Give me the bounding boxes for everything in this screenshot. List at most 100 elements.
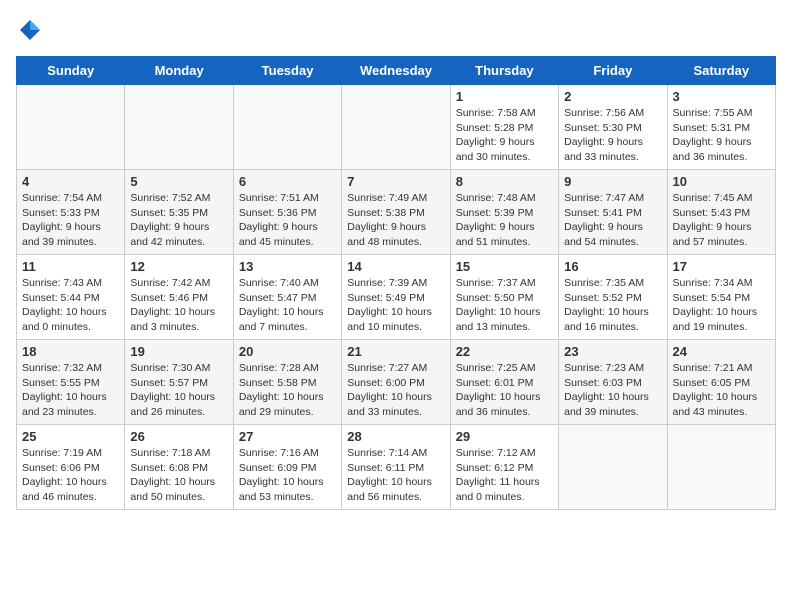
cell-info: Sunrise: 7:18 AM Sunset: 6:08 PM Dayligh…	[130, 446, 227, 505]
calendar-cell: 24Sunrise: 7:21 AM Sunset: 6:05 PM Dayli…	[667, 340, 775, 425]
calendar-cell: 16 Sunrise: 7:35 AM Sunset: 5:52 PM Dayli…	[559, 255, 667, 340]
day-number: 20	[239, 344, 336, 359]
day-number: 18	[22, 344, 119, 359]
calendar-cell: 23 Sunrise: 7:23 AM Sunset: 6:03 PM Dayli…	[559, 340, 667, 425]
day-header-sunday: Sunday	[17, 57, 125, 85]
cell-info: Sunrise: 7:30 AM Sunset: 5:57 PM Dayligh…	[130, 361, 227, 420]
cell-info: Sunrise: 7:19 AM Sunset: 6:06 PM Dayligh…	[22, 446, 119, 505]
cell-info: Sunrise: 7:52 AM Sunset: 5:35 PM Dayligh…	[130, 191, 227, 250]
day-header-saturday: Saturday	[667, 57, 775, 85]
cell-info: Sunrise: 7:27 AM Sunset: 6:00 PM Dayligh…	[347, 361, 444, 420]
cell-info: Sunrise: 7:35 AM Sunset: 5:52 PM Dayligh…	[564, 276, 661, 335]
calendar-cell	[559, 425, 667, 510]
calendar-cell: 21 Sunrise: 7:27 AM Sunset: 6:00 PM Dayli…	[342, 340, 450, 425]
day-number: 22	[456, 344, 553, 359]
day-number: 26	[130, 429, 227, 444]
calendar-cell: 25 Sunrise: 7:19 AM Sunset: 6:06 PM Dayli…	[17, 425, 125, 510]
week-row-4: 18 Sunrise: 7:32 AM Sunset: 5:55 PM Dayli…	[17, 340, 776, 425]
calendar-cell: 3 Sunrise: 7:55 AM Sunset: 5:31 PM Daylig…	[667, 85, 775, 170]
calendar-cell	[342, 85, 450, 170]
calendar-cell	[667, 425, 775, 510]
week-row-2: 4Sunrise: 7:54 AM Sunset: 5:33 PM Daylig…	[17, 170, 776, 255]
day-header-tuesday: Tuesday	[233, 57, 341, 85]
day-number: 1	[456, 89, 553, 104]
cell-info: Sunrise: 7:43 AM Sunset: 5:44 PM Dayligh…	[22, 276, 119, 335]
calendar-table: SundayMondayTuesdayWednesdayThursdayFrid…	[16, 56, 776, 510]
cell-info: Sunrise: 7:37 AM Sunset: 5:50 PM Dayligh…	[456, 276, 553, 335]
day-number: 6	[239, 174, 336, 189]
calendar-cell: 2 Sunrise: 7:56 AM Sunset: 5:30 PM Daylig…	[559, 85, 667, 170]
calendar-cell: 9 Sunrise: 7:47 AM Sunset: 5:41 PM Daylig…	[559, 170, 667, 255]
calendar-cell: 29 Sunrise: 7:12 AM Sunset: 6:12 PM Dayli…	[450, 425, 558, 510]
cell-info: Sunrise: 7:14 AM Sunset: 6:11 PM Dayligh…	[347, 446, 444, 505]
day-number: 2	[564, 89, 661, 104]
day-header-thursday: Thursday	[450, 57, 558, 85]
day-number: 8	[456, 174, 553, 189]
day-number: 17	[673, 259, 770, 274]
cell-info: Sunrise: 7:32 AM Sunset: 5:55 PM Dayligh…	[22, 361, 119, 420]
cell-info: Sunrise: 7:55 AM Sunset: 5:31 PM Dayligh…	[673, 106, 770, 165]
calendar-cell: 14Sunrise: 7:39 AM Sunset: 5:49 PM Dayli…	[342, 255, 450, 340]
day-number: 24	[673, 344, 770, 359]
cell-info: Sunrise: 7:58 AM Sunset: 5:28 PM Dayligh…	[456, 106, 553, 165]
calendar-cell	[233, 85, 341, 170]
calendar-cell: 26 Sunrise: 7:18 AM Sunset: 6:08 PM Dayli…	[125, 425, 233, 510]
week-row-1: 1 Sunrise: 7:58 AM Sunset: 5:28 PM Daylig…	[17, 85, 776, 170]
day-number: 3	[673, 89, 770, 104]
day-header-monday: Monday	[125, 57, 233, 85]
calendar-cell: 6 Sunrise: 7:51 AM Sunset: 5:36 PM Daylig…	[233, 170, 341, 255]
calendar-cell: 28 Sunrise: 7:14 AM Sunset: 6:11 PM Dayli…	[342, 425, 450, 510]
cell-info: Sunrise: 7:23 AM Sunset: 6:03 PM Dayligh…	[564, 361, 661, 420]
day-number: 15	[456, 259, 553, 274]
cell-info: Sunrise: 7:56 AM Sunset: 5:30 PM Dayligh…	[564, 106, 661, 165]
calendar-cell: 8 Sunrise: 7:48 AM Sunset: 5:39 PM Daylig…	[450, 170, 558, 255]
day-number: 19	[130, 344, 227, 359]
calendar-cell: 17 Sunrise: 7:34 AM Sunset: 5:54 PM Dayli…	[667, 255, 775, 340]
cell-info: Sunrise: 7:54 AM Sunset: 5:33 PM Dayligh…	[22, 191, 119, 250]
calendar-body: 1 Sunrise: 7:58 AM Sunset: 5:28 PM Daylig…	[17, 85, 776, 510]
cell-info: Sunrise: 7:51 AM Sunset: 5:36 PM Dayligh…	[239, 191, 336, 250]
cell-info: Sunrise: 7:12 AM Sunset: 6:12 PM Dayligh…	[456, 446, 553, 505]
day-number: 21	[347, 344, 444, 359]
day-number: 12	[130, 259, 227, 274]
cell-info: Sunrise: 7:16 AM Sunset: 6:09 PM Dayligh…	[239, 446, 336, 505]
day-number: 9	[564, 174, 661, 189]
day-number: 27	[239, 429, 336, 444]
calendar-cell	[125, 85, 233, 170]
calendar-cell: 11 Sunrise: 7:43 AM Sunset: 5:44 PM Dayli…	[17, 255, 125, 340]
day-number: 16	[564, 259, 661, 274]
calendar-cell: 18 Sunrise: 7:32 AM Sunset: 5:55 PM Dayli…	[17, 340, 125, 425]
day-number: 23	[564, 344, 661, 359]
day-number: 13	[239, 259, 336, 274]
day-number: 11	[22, 259, 119, 274]
day-number: 28	[347, 429, 444, 444]
cell-info: Sunrise: 7:47 AM Sunset: 5:41 PM Dayligh…	[564, 191, 661, 250]
day-header-row: SundayMondayTuesdayWednesdayThursdayFrid…	[17, 57, 776, 85]
logo-icon	[16, 16, 44, 44]
day-number: 25	[22, 429, 119, 444]
calendar-cell: 4Sunrise: 7:54 AM Sunset: 5:33 PM Daylig…	[17, 170, 125, 255]
cell-info: Sunrise: 7:34 AM Sunset: 5:54 PM Dayligh…	[673, 276, 770, 335]
calendar-cell: 12 Sunrise: 7:42 AM Sunset: 5:46 PM Dayli…	[125, 255, 233, 340]
cell-info: Sunrise: 7:40 AM Sunset: 5:47 PM Dayligh…	[239, 276, 336, 335]
day-number: 29	[456, 429, 553, 444]
cell-info: Sunrise: 7:39 AM Sunset: 5:49 PM Dayligh…	[347, 276, 444, 335]
logo	[16, 16, 46, 44]
calendar-cell: 27 Sunrise: 7:16 AM Sunset: 6:09 PM Dayli…	[233, 425, 341, 510]
calendar-cell: 13 Sunrise: 7:40 AM Sunset: 5:47 PM Dayli…	[233, 255, 341, 340]
day-header-friday: Friday	[559, 57, 667, 85]
calendar-cell: 1 Sunrise: 7:58 AM Sunset: 5:28 PM Daylig…	[450, 85, 558, 170]
calendar-cell	[17, 85, 125, 170]
cell-info: Sunrise: 7:48 AM Sunset: 5:39 PM Dayligh…	[456, 191, 553, 250]
calendar-cell: 22 Sunrise: 7:25 AM Sunset: 6:01 PM Dayli…	[450, 340, 558, 425]
week-row-5: 25 Sunrise: 7:19 AM Sunset: 6:06 PM Dayli…	[17, 425, 776, 510]
day-header-wednesday: Wednesday	[342, 57, 450, 85]
calendar-cell: 15 Sunrise: 7:37 AM Sunset: 5:50 PM Dayli…	[450, 255, 558, 340]
page-header	[16, 16, 776, 44]
cell-info: Sunrise: 7:25 AM Sunset: 6:01 PM Dayligh…	[456, 361, 553, 420]
cell-info: Sunrise: 7:42 AM Sunset: 5:46 PM Dayligh…	[130, 276, 227, 335]
calendar-cell: 19 Sunrise: 7:30 AM Sunset: 5:57 PM Dayli…	[125, 340, 233, 425]
calendar-cell: 5Sunrise: 7:52 AM Sunset: 5:35 PM Daylig…	[125, 170, 233, 255]
cell-info: Sunrise: 7:28 AM Sunset: 5:58 PM Dayligh…	[239, 361, 336, 420]
cell-info: Sunrise: 7:49 AM Sunset: 5:38 PM Dayligh…	[347, 191, 444, 250]
